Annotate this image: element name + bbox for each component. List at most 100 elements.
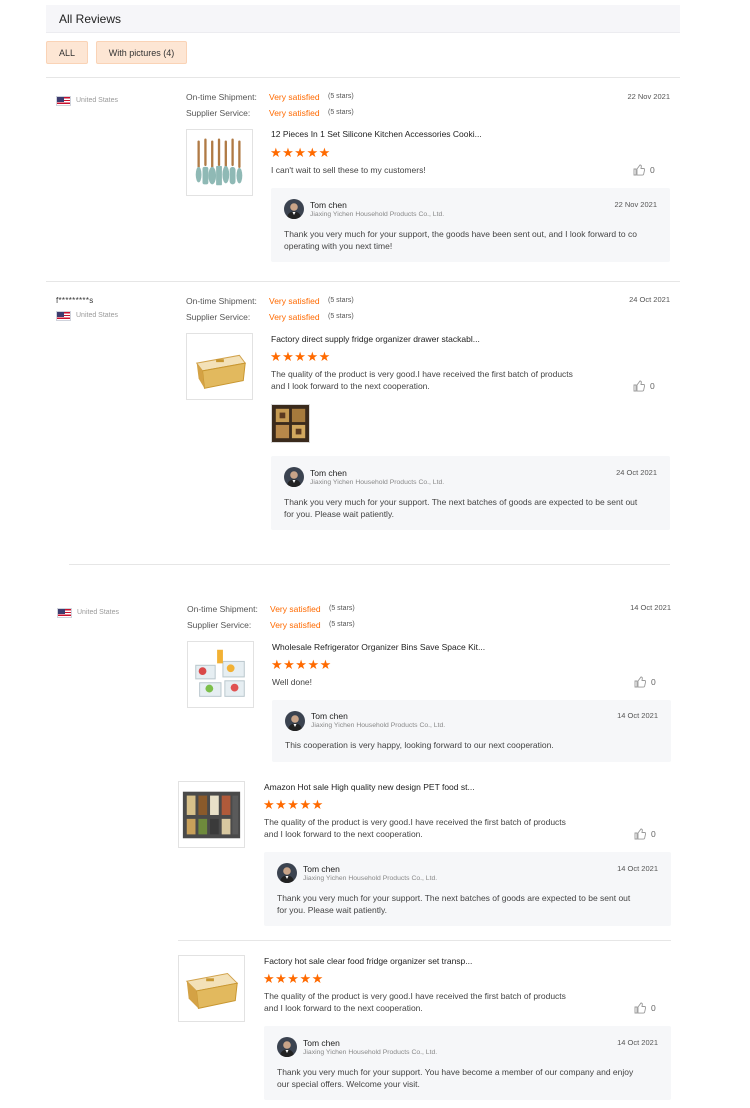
supplier-reply: Tom chen Jiaxing Yichen Household Produc… <box>272 700 671 762</box>
like-button[interactable]: 0 <box>634 1002 656 1014</box>
reviewer-country: United States <box>76 312 119 319</box>
shipment-label: On-time Shipment: <box>186 92 257 102</box>
product-title[interactable]: Factory direct supply fridge organizer d… <box>271 334 480 344</box>
review-text: I can't wait to sell these to my custome… <box>271 165 426 175</box>
review-text: and I look forward to the next cooperati… <box>271 381 430 391</box>
shipment-rating: Very satisfied <box>269 296 320 306</box>
filter-all-button[interactable]: ALL <box>46 41 88 64</box>
like-button[interactable]: 0 <box>633 164 655 176</box>
supplier-reply: Tom chen Jiaxing Yichen Household Produc… <box>271 456 670 530</box>
like-button[interactable]: 0 <box>634 828 656 840</box>
reviewer-country: United States <box>76 97 119 104</box>
service-rating: Very satisfied <box>270 620 321 630</box>
reply-text: operating with you next time! <box>284 241 393 251</box>
thumbs-up-icon <box>634 1002 646 1014</box>
us-flag-icon <box>56 311 71 321</box>
avatar <box>277 863 297 883</box>
reply-text: Thank you very much for your support. Th… <box>284 497 638 507</box>
avatar <box>284 467 304 487</box>
product-title[interactable]: Amazon Hot sale High quality new design … <box>264 782 475 792</box>
like-count: 0 <box>651 677 656 687</box>
product-title[interactable]: Wholesale Refrigerator Organizer Bins Sa… <box>272 642 485 652</box>
like-count: 0 <box>650 165 655 175</box>
avatar <box>277 1037 297 1057</box>
review-text: The quality of the product is very good.… <box>264 817 566 827</box>
like-button[interactable]: 0 <box>634 676 656 688</box>
thumbs-up-icon <box>634 676 646 688</box>
reply-text: our special offers. Welcome your visit. <box>277 1079 420 1089</box>
reply-text: for you. Please wait patiently. <box>284 509 394 519</box>
like-count: 0 <box>650 381 655 391</box>
star-rating: ★★★★★ <box>263 971 324 986</box>
avatar <box>284 199 304 219</box>
reply-company: Jiaxing Yichen Household Products Co., L… <box>303 1049 438 1056</box>
reply-author-name: Tom chen <box>303 1038 340 1048</box>
thumbs-up-icon <box>633 380 645 392</box>
reviews-header: All Reviews <box>46 5 680 33</box>
review-text: Well done! <box>272 677 313 687</box>
service-label: Supplier Service: <box>186 108 251 118</box>
divider <box>69 564 670 565</box>
service-stars: (5 stars) <box>328 109 354 116</box>
reply-date: 14 Oct 2021 <box>617 1038 658 1047</box>
like-count: 0 <box>651 829 656 839</box>
reply-text: This cooperation is very happy, looking … <box>285 740 554 750</box>
shipment-stars: (5 stars) <box>328 93 354 100</box>
service-rating: Very satisfied <box>269 312 320 322</box>
thumbs-up-icon <box>633 164 645 176</box>
shipment-stars: (5 stars) <box>328 297 354 304</box>
review-text: and I look forward to the next cooperati… <box>264 829 423 839</box>
like-button[interactable]: 0 <box>633 380 655 392</box>
supplier-reply: Tom chen Jiaxing Yichen Household Produc… <box>264 852 671 926</box>
reviewer-country: United States <box>77 609 120 616</box>
reply-company: Jiaxing Yichen Household Products Co., L… <box>310 479 445 486</box>
review-text: The quality of the product is very good.… <box>271 369 573 379</box>
reply-company: Jiaxing Yichen Household Products Co., L… <box>303 875 438 882</box>
divider <box>178 940 671 941</box>
service-stars: (5 stars) <box>328 313 354 320</box>
page-title: All Reviews <box>59 12 122 26</box>
product-thumbnail[interactable] <box>186 129 253 196</box>
divider <box>46 281 680 282</box>
review-text: and I look forward to the next cooperati… <box>264 1003 423 1013</box>
star-rating: ★★★★★ <box>271 657 332 672</box>
product-title[interactable]: 12 Pieces In 1 Set Silicone Kitchen Acce… <box>271 129 482 139</box>
service-label: Supplier Service: <box>187 620 252 630</box>
supplier-reply: Tom chen Jiaxing Yichen Household Produc… <box>271 188 670 262</box>
divider <box>46 77 680 78</box>
service-label: Supplier Service: <box>186 312 251 322</box>
reply-company: Jiaxing Yichen Household Products Co., L… <box>310 211 445 218</box>
product-thumbnail[interactable] <box>178 955 245 1022</box>
shipment-label: On-time Shipment: <box>187 604 258 614</box>
review-date: 14 Oct 2021 <box>630 603 671 612</box>
product-thumbnail[interactable] <box>186 333 253 400</box>
service-rating: Very satisfied <box>269 108 320 118</box>
reply-text: Thank you very much for your support, th… <box>284 229 637 239</box>
shipment-rating: Very satisfied <box>269 92 320 102</box>
reply-text: Thank you very much for your support. Th… <box>277 893 631 903</box>
thumbs-up-icon <box>634 828 646 840</box>
like-count: 0 <box>651 1003 656 1013</box>
shipment-stars: (5 stars) <box>329 605 355 612</box>
product-thumbnail[interactable] <box>187 641 254 708</box>
review-text: The quality of the product is very good.… <box>264 991 566 1001</box>
reply-date: 22 Nov 2021 <box>614 200 657 209</box>
product-thumbnail[interactable] <box>178 781 245 848</box>
reply-text: for you. Please wait patiently. <box>277 905 387 915</box>
us-flag-icon <box>56 96 71 106</box>
avatar <box>285 711 305 731</box>
review-date: 22 Nov 2021 <box>627 92 670 101</box>
reply-company: Jiaxing Yichen Household Products Co., L… <box>311 722 446 729</box>
reply-text: Thank you very much for your support. Yo… <box>277 1067 634 1077</box>
star-rating: ★★★★★ <box>270 145 331 160</box>
service-stars: (5 stars) <box>329 621 355 628</box>
shipment-rating: Very satisfied <box>270 604 321 614</box>
star-rating: ★★★★★ <box>270 349 331 364</box>
reply-author-name: Tom chen <box>310 200 347 210</box>
review-photo[interactable] <box>271 404 310 443</box>
filter-with-pictures-button[interactable]: With pictures (4) <box>96 41 187 64</box>
reply-date: 14 Oct 2021 <box>617 864 658 873</box>
supplier-reply: Tom chen Jiaxing Yichen Household Produc… <box>264 1026 671 1100</box>
product-title[interactable]: Factory hot sale clear food fridge organ… <box>264 956 472 966</box>
review-date: 24 Oct 2021 <box>629 295 670 304</box>
